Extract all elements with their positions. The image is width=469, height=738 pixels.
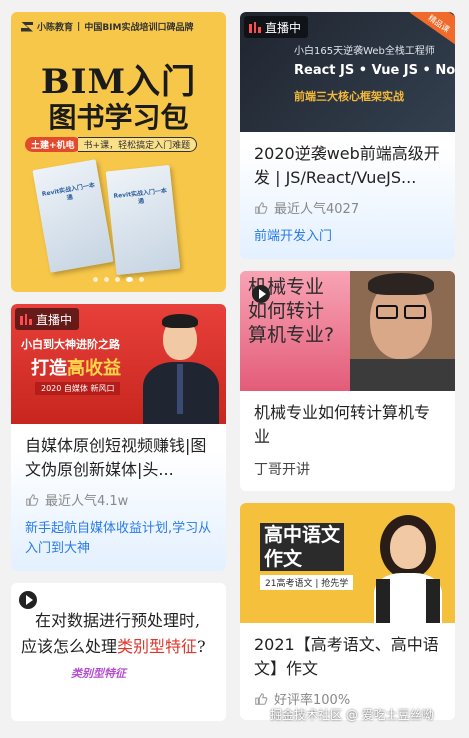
live-badge: 直播中 xyxy=(244,16,309,38)
thumbnail-line-1: 在对数据进行预处理时, xyxy=(35,611,201,630)
thumbs-up-icon xyxy=(255,692,268,705)
bim-brand-row: 小陈教育 | 中国BIM实战培训口碑品牌 xyxy=(21,20,193,33)
banner-line-2: 打造高收益 xyxy=(31,358,121,379)
bim-subheadline: 图书学习包 xyxy=(48,101,189,134)
course-card-self-media[interactable]: 直播中 小白到大神进阶之路 打造高收益 2020 自媒体 新风口 自媒体原创短视… xyxy=(11,304,226,571)
banner-line-3: 前端三大核心框架实战 xyxy=(294,90,404,103)
banner-tag: 21高考语文 | 抢先学 xyxy=(260,575,354,590)
banner-line-1: 小白到大神进阶之路 xyxy=(21,338,120,351)
bim-banner[interactable]: 小陈教育 | 中国BIM实战培训口碑品牌 BIM入门 图书学习包 土建+机电 书… xyxy=(11,12,226,292)
right-column: 直播中 精品课 小白165天逆袭Web全栈工程师 React JS • Vue … xyxy=(240,12,455,732)
bim-pill: 土建+机电 书+课，轻松搞定入门难题 xyxy=(25,136,198,152)
popularity-text: 最近人气4027 xyxy=(274,202,360,217)
left-column: 小陈教育 | 中国BIM实战培训口碑品牌 BIM入门 图书学习包 土建+机电 书… xyxy=(11,12,226,733)
course-title[interactable]: 2021【高考语文、高中语文】作文 xyxy=(254,633,442,681)
carousel-dot[interactable] xyxy=(104,277,109,282)
popularity-row: 最近人气4.1w xyxy=(25,490,213,509)
course-tag[interactable]: 前端开发入门 xyxy=(254,227,442,247)
book-cover-image: Revit实战入门一本通 xyxy=(105,164,181,276)
banner-line-2: React JS • Vue JS • Node JS xyxy=(294,63,455,78)
live-bars-icon xyxy=(249,21,262,33)
banner-line-1: 小白165天逆袭Web全栈工程师 xyxy=(294,46,435,57)
course-title[interactable]: 自媒体原创短视频赚钱|图文伪原创新媒体|头... xyxy=(25,434,213,482)
presenter-image xyxy=(350,271,455,391)
popularity-text: 最近人气4.1w xyxy=(45,494,129,509)
bim-banner-card[interactable]: 小陈教育 | 中国BIM实战培训口碑品牌 BIM入门 图书学习包 土建+机电 书… xyxy=(11,12,226,292)
card-body: 自媒体原创短视频赚钱|图文伪原创新媒体|头... 最近人气4.1w 新手起航自媒… xyxy=(11,424,226,571)
course-card-mech[interactable]: 机械专业 如何转计 算机专业? 机械专业如何转计算机专业 丁哥开讲 xyxy=(240,271,455,491)
watermark-text: 掘金技术社区 @ 爱吃土豆丝呦 xyxy=(270,708,434,722)
course-thumbnail[interactable]: 直播中 小白到大神进阶之路 打造高收益 2020 自媒体 新风口 xyxy=(11,304,226,424)
banner-title: 高中语文 作文 xyxy=(260,523,345,571)
course-title[interactable]: 机械专业如何转计算机专业 xyxy=(254,401,442,449)
course-thumbnail[interactable]: 高中语文 作文 21高考语文 | 抢先学 xyxy=(240,503,455,623)
course-card-data-prep[interactable]: 在对数据进行预处理时, 应该怎么处理类别型特征? 类别型特征 xyxy=(11,583,226,721)
live-bars-icon xyxy=(20,313,33,325)
presenter-image xyxy=(139,304,221,424)
carousel-dots[interactable] xyxy=(11,277,226,282)
card-body: 机械专业如何转计算机专业 丁哥开讲 xyxy=(240,391,455,491)
brand-name: 小陈教育 xyxy=(37,23,74,33)
brand-divider: | xyxy=(77,21,81,32)
carousel-dot[interactable] xyxy=(139,277,144,282)
carousel-dot[interactable] xyxy=(93,277,98,282)
card-body: 2020逆袭web前端高级开发 | JS/React/VueJS... 最近人气… xyxy=(240,132,455,259)
brand-logo-icon xyxy=(21,21,33,32)
thumbnail-sticker: 类别型特征 xyxy=(71,667,126,680)
bim-pill-tag: 土建+机电 xyxy=(25,136,81,152)
brand-slogan: 中国BIM实战培训口碑品牌 xyxy=(84,23,194,33)
course-thumbnail[interactable]: 在对数据进行预处理时, 应该怎么处理类别型特征? 类别型特征 xyxy=(11,583,226,721)
banner-line-3: 2020 自媒体 新风口 xyxy=(35,382,121,395)
course-thumbnail[interactable]: 直播中 精品课 小白165天逆袭Web全栈工程师 React JS • Vue … xyxy=(240,12,455,132)
course-tag[interactable]: 新手起航自媒体收益计划,学习从入门到大神 xyxy=(25,519,213,559)
presenter-image xyxy=(368,509,448,623)
book-cover-image: Revit实战入门一本通 xyxy=(32,159,114,273)
carousel-dot-active[interactable] xyxy=(126,277,133,282)
course-thumbnail[interactable]: 机械专业 如何转计 算机专业? xyxy=(240,271,455,391)
thumbs-up-icon xyxy=(26,493,39,506)
bim-pill-text: 书+课，轻松搞定入门难题 xyxy=(77,136,198,152)
live-label: 直播中 xyxy=(36,312,73,327)
popularity-row: 最近人气4027 xyxy=(254,198,442,217)
course-card-chinese[interactable]: 高中语文 作文 21高考语文 | 抢先学 2021【高考语文、高中语文】作文 好… xyxy=(240,503,455,720)
carousel-dot[interactable] xyxy=(115,277,120,282)
live-label: 直播中 xyxy=(265,20,302,35)
live-badge: 直播中 xyxy=(15,308,80,330)
thumbnail-line-2: 应该怎么处理类别型特征? xyxy=(21,637,206,656)
course-title[interactable]: 2020逆袭web前端高级开发 | JS/React/VueJS... xyxy=(254,142,442,190)
thumbs-up-icon xyxy=(255,201,268,214)
course-card-web[interactable]: 直播中 精品课 小白165天逆袭Web全栈工程师 React JS • Vue … xyxy=(240,12,455,259)
play-icon[interactable] xyxy=(252,285,270,303)
author-name[interactable]: 丁哥开讲 xyxy=(254,459,442,479)
